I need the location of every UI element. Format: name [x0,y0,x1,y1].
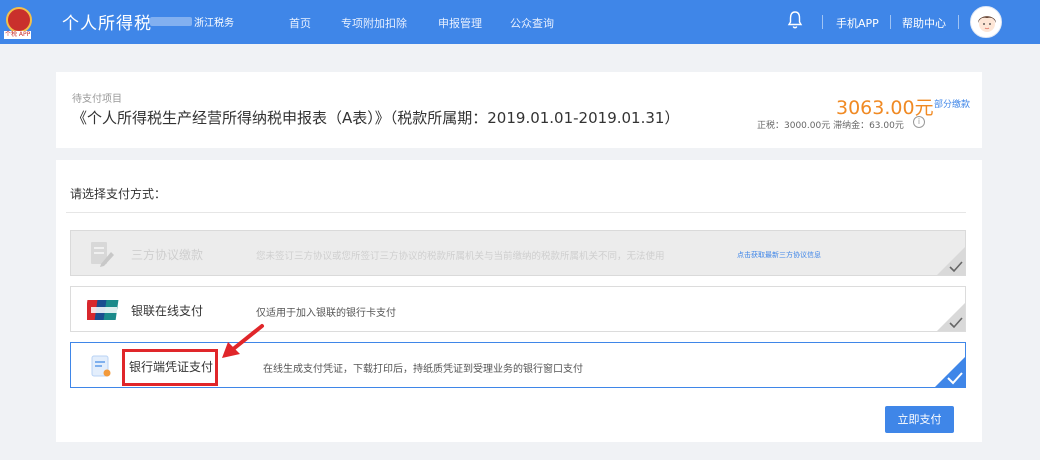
amount-breakdown: 正税：3000.00元 滞纳金：63.00元 [757,121,904,131]
form-title: 《个人所得税生产经营所得纳税申报表（A表）》（税款所属期：2019.01.01-… [72,109,680,127]
payment-method-prompt: 请选择支付方式： [70,187,167,201]
document-edit-icon [91,242,114,267]
partial-payment-link[interactable]: 部分缴款 [934,97,970,110]
option-third-party-agreement: 三方协议缴款 您未签订三方协议或您所签订三方协议的税款所属机关与当前缴纳的税款所… [70,230,966,276]
nav-home[interactable]: 首页 [289,15,311,31]
annotation-highlight-box [122,349,218,386]
info-icon[interactable]: i [913,116,925,128]
third-party-info-link[interactable]: 点击获取最新三方协议信息 [737,250,821,260]
mobile-app-link[interactable]: 手机APP [836,15,879,31]
nav-special-deduction[interactable]: 专项附加扣除 [341,15,407,31]
header-separator [958,15,959,29]
header-separator [822,15,823,29]
pending-label: 待支付项目 [72,94,122,105]
top-navigation-bar: 个税 APP 个人所得税 浙江税务 首页 专项附加扣除 申报管理 公众查询 手机… [0,0,1040,44]
annotation-arrow-icon [222,324,264,358]
pay-now-button[interactable]: 立即支付 [885,406,954,433]
bell-icon[interactable] [787,10,803,30]
tax-emblem-logo [6,7,32,33]
option-description: 在线生成支付凭证，下载打印后，持纸质凭证到受理业务的银行窗口支付 [263,364,583,375]
divider [66,212,966,213]
avatar-icon [978,16,996,32]
unionpay-icon [87,300,119,320]
unchecked-corner-icon [937,247,965,275]
logo-caption: 个税 APP [4,31,32,39]
user-avatar[interactable] [970,6,1002,38]
option-name: 三方协议缴款 [131,248,204,262]
option-unionpay[interactable]: 银联在线支付 仅适用于加入银联的银行卡支付 [70,286,966,332]
option-name: 银联在线支付 [131,304,204,318]
region-label: 浙江税务 [194,18,234,29]
nav-public-query[interactable]: 公众查询 [510,15,554,31]
voucher-icon [91,355,111,377]
option-description: 仅适用于加入银联的银行卡支付 [256,308,396,319]
help-center-link[interactable]: 帮助中心 [902,15,946,31]
checked-corner-icon [935,357,965,387]
unchecked-corner-icon [937,303,965,331]
masked-text [150,17,192,26]
header-separator [890,15,891,29]
option-description: 您未签订三方协议或您所签订三方协议的税款所属机关与当前缴纳的税款所属机关不同，无… [256,251,665,262]
app-title: 个人所得税 [62,14,152,34]
nav-declaration-management[interactable]: 申报管理 [438,15,482,31]
